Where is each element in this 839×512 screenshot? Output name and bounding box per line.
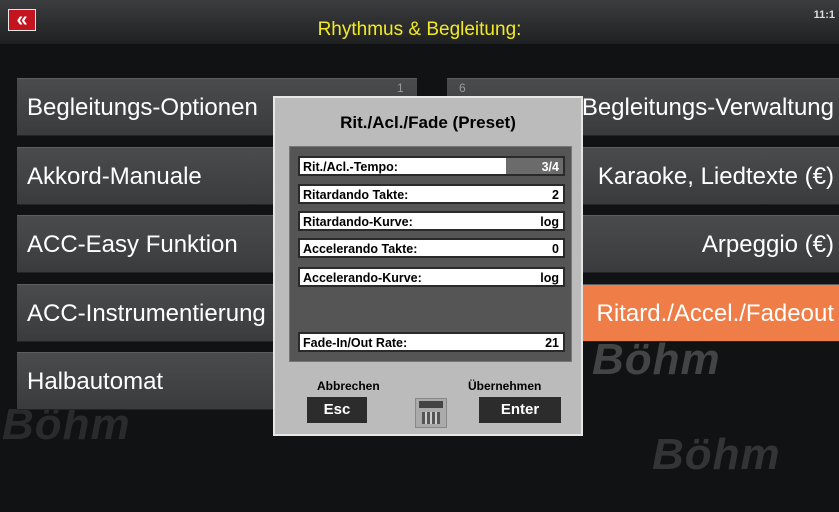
page-title: Rhythmus & Begleitung: [317,19,522,40]
menu-item-label: Karaoke, Liedtexte (€) [597,163,834,190]
field-fade-in-out-rate[interactable]: Fade-In/Out Rate: 21 [298,332,565,352]
menu-item-label: Arpeggio (€) [701,231,834,258]
cancel-button[interactable]: Esc [307,397,367,423]
field-value: 0 [552,242,559,256]
field-value: log [540,215,559,229]
field-value: log [540,271,559,285]
field-accelerando-kurve[interactable]: Accelerando-Kurve: log [298,267,565,287]
field-label: Ritardando Takte: [303,188,409,202]
field-value: 21 [545,336,559,350]
field-label: Ritardando-Kurve: [303,215,413,229]
menu-item-label: Begleitungs-Verwaltung [581,94,834,121]
field-ritardando-takte[interactable]: Ritardando Takte: 2 [298,184,565,204]
menu-item-label: ACC-Instrumentierung [27,300,266,327]
confirm-button[interactable]: Enter [479,397,561,423]
watermark-logo: Böhm [592,335,721,384]
menu-item-label: Akkord-Manuale [27,163,202,190]
confirm-label: Übernehmen [468,379,542,393]
field-label: Fade-In/Out Rate: [303,336,408,350]
menu-item-label: Halbautomat [27,368,164,395]
field-label: Accelerando-Kurve: [303,271,422,285]
cancel-label: Abbrechen [317,379,380,393]
menu-item-label: Ritard./Accel./Fadeout [596,300,834,327]
dialog-title: Rit./Acl./Fade (Preset) [340,113,516,132]
field-value: 2 [552,188,559,202]
keyboard-icon[interactable] [415,398,447,428]
field-label: Rit./Acl.-Tempo: [303,160,398,174]
top-bar: « Rhythmus & Begleitung: 11:1 [0,0,839,44]
field-rit-acl-tempo[interactable]: Rit./Acl.-Tempo: 3/4 [298,156,565,176]
preset-dialog: Rit./Acl./Fade (Preset) Rit./Acl.-Tempo:… [273,96,583,436]
field-value: 3/4 [541,160,559,174]
menu-item-label: Begleitungs-Optionen [27,94,258,121]
field-label: Accelerando Takte: [303,242,418,256]
clock: 11:1 [813,9,835,21]
settings-panel: Rit./Acl.-Tempo: 3/4 Ritardando Takte: 2… [289,146,572,362]
field-accelerando-takte[interactable]: Accelerando Takte: 0 [298,238,565,258]
watermark-logo: Böhm [652,430,781,479]
menu-item-label: ACC-Easy Funktion [27,231,238,258]
field-ritardando-kurve[interactable]: Ritardando-Kurve: log [298,211,565,231]
